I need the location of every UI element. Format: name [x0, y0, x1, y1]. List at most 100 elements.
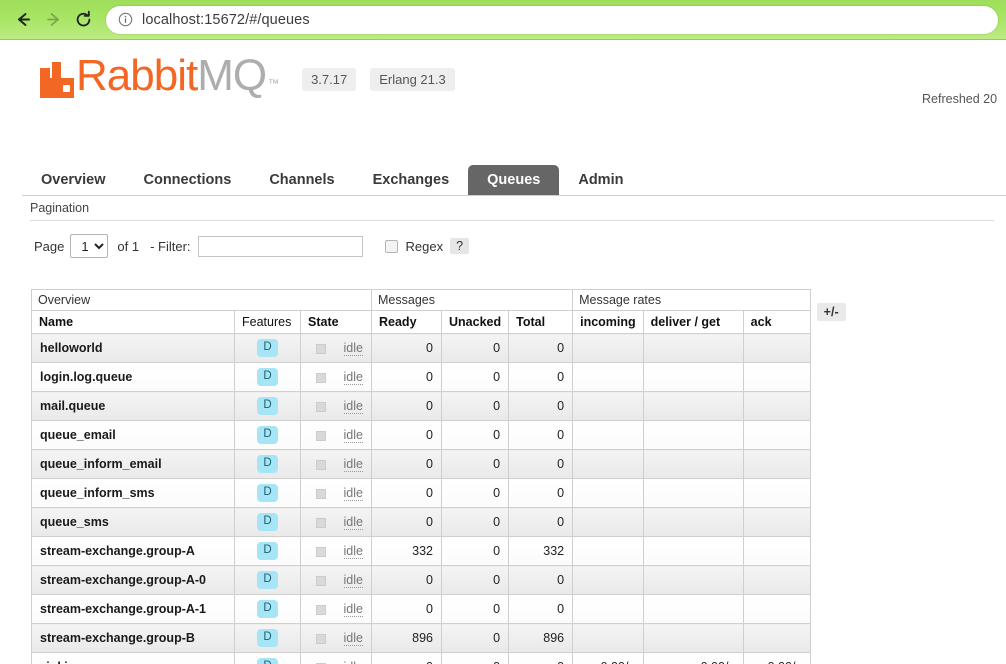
queue-name-cell[interactable]: mail.queue [31, 391, 235, 421]
table-row[interactable]: queue_sms Didle 0 0 0 [31, 507, 846, 537]
table-row[interactable]: queue_email Didle 0 0 0 [31, 420, 846, 450]
info-circle-icon[interactable] [118, 12, 133, 27]
queue-name-cell[interactable]: stream-exchange.group-A-0 [31, 565, 235, 595]
state-label[interactable]: idle [343, 399, 363, 414]
reload-button[interactable] [68, 5, 98, 35]
filter-input[interactable] [197, 235, 363, 257]
durable-badge: D [257, 484, 278, 502]
column-header-unacked[interactable]: Unacked [440, 310, 510, 334]
queue-state-cell: idle [300, 623, 372, 653]
queue-name-cell[interactable]: stream-exchange.group-A [31, 536, 235, 566]
queue-name-cell[interactable]: zipkin [31, 652, 235, 664]
table-row[interactable]: zipkinDidle0000.00/s0.00/s0.00/s [31, 652, 846, 664]
queue-total-cell: 0 [508, 333, 574, 363]
column-header-deliver-get[interactable]: deliver / get [642, 310, 744, 334]
page-number-select[interactable]: 1 [70, 234, 109, 258]
queue-ack-rate-cell [742, 507, 811, 537]
state-indicator-icon [315, 488, 326, 499]
queue-features-cell: D [234, 623, 301, 653]
back-arrow-icon [14, 10, 33, 29]
queue-state-cell: idle [300, 594, 372, 624]
queue-state-cell: idle [300, 449, 372, 479]
queue-name-cell[interactable]: queue_inform_email [31, 449, 235, 479]
queue-total-cell: 0 [508, 449, 574, 479]
table-row[interactable]: queue_inform_email Didle 0 0 0 [31, 449, 846, 479]
queue-ready-cell: 0 [371, 391, 442, 421]
queue-features-cell: D [234, 333, 301, 363]
regex-checkbox[interactable] [384, 239, 398, 253]
state-label[interactable]: idle [343, 631, 363, 646]
address-bar[interactable]: localhost:15672/#/queues [106, 5, 998, 34]
queue-name-cell[interactable]: stream-exchange.group-A-1 [31, 594, 235, 624]
state-label[interactable]: idle [343, 573, 363, 588]
state-label[interactable]: idle [343, 602, 363, 617]
queue-name-cell[interactable]: login.log.queue [31, 362, 235, 392]
column-header-ready[interactable]: Ready [371, 310, 442, 334]
queue-name-cell[interactable]: queue_inform_sms [31, 478, 235, 508]
queue-state-cell: idle [300, 391, 372, 421]
table-row[interactable]: stream-exchange.group-A-0 Didle 0 0 0 [31, 565, 846, 595]
filter-label: - Filter: [150, 238, 191, 254]
tab-channels[interactable]: Channels [250, 165, 353, 197]
queue-ready-cell: 0 [371, 333, 442, 363]
durable-badge: D [257, 368, 278, 386]
queue-features-cell: D [234, 362, 301, 392]
queue-name-cell[interactable]: queue_email [31, 420, 235, 450]
table-row[interactable]: queue_inform_sms Didle 0 0 0 [31, 478, 846, 508]
state-label[interactable]: idle [343, 660, 363, 664]
address-bar-url: localhost:15672/#/queues [142, 11, 310, 28]
rabbitmq-version-badge: 3.7.17 [302, 68, 357, 91]
state-indicator-icon [315, 633, 326, 644]
state-label[interactable]: idle [343, 457, 363, 472]
back-button[interactable] [8, 5, 38, 35]
column-header-ack[interactable]: ack [742, 310, 811, 334]
queue-total-cell: 896 [508, 623, 574, 653]
table-row[interactable]: stream-exchange.group-B Didle 896 0 896 [31, 623, 846, 653]
queue-name-cell[interactable]: helloworld [31, 333, 235, 363]
table-row[interactable]: helloworld Didle 0 0 0 [31, 333, 846, 363]
state-label[interactable]: idle [343, 544, 363, 559]
queue-total-cell: 0 [508, 391, 574, 421]
queue-unacked-cell: 0 [440, 652, 510, 664]
queue-deliver-get-rate-cell [642, 362, 744, 392]
regex-help-icon[interactable]: ? [450, 238, 470, 254]
queue-unacked-cell: 0 [440, 536, 510, 566]
state-label[interactable]: idle [343, 428, 363, 443]
durable-badge: D [257, 397, 278, 415]
table-row[interactable]: mail.queue Didle 0 0 0 [31, 391, 846, 421]
logo-trademark: ™ [268, 78, 279, 90]
queue-ready-cell: 0 [371, 362, 442, 392]
queue-state-cell: idle [300, 333, 372, 363]
rabbitmq-management-page: Rabbit MQ ™ 3.7.17 Erlang 21.3 Refreshed… [0, 40, 1006, 664]
rabbitmq-logo[interactable]: Rabbit MQ ™ [40, 54, 279, 98]
table-row[interactable]: login.log.queue Didle 0 0 0 [31, 362, 846, 392]
tab-queues[interactable]: Queues [468, 164, 560, 196]
queue-ack-rate-cell [742, 565, 811, 595]
column-header-name[interactable]: Name [31, 310, 235, 334]
table-row[interactable]: stream-exchange.group-A Didle 332 0 332 [31, 536, 846, 566]
column-header-total[interactable]: Total [508, 310, 574, 334]
state-label[interactable]: idle [343, 341, 363, 356]
column-header-state[interactable]: State [300, 310, 372, 334]
queue-state-cell: idle [300, 652, 372, 664]
pagination-divider [30, 220, 994, 221]
queue-ready-cell: 0 [371, 478, 442, 508]
column-toggle-button[interactable]: +/- [816, 302, 846, 321]
queue-features-cell: D [234, 536, 301, 566]
queue-name-cell[interactable]: queue_sms [31, 507, 235, 537]
forward-button[interactable] [38, 5, 68, 35]
tab-admin[interactable]: Admin [559, 165, 642, 197]
queue-total-cell: 0 [508, 362, 574, 392]
table-row[interactable]: stream-exchange.group-A-1 Didle 0 0 0 [31, 594, 846, 624]
state-label[interactable]: idle [343, 486, 363, 501]
queue-unacked-cell: 0 [440, 594, 510, 624]
column-header-incoming[interactable]: incoming [572, 310, 644, 334]
tab-overview[interactable]: Overview [22, 165, 125, 197]
queue-total-cell: 332 [508, 536, 574, 566]
state-label[interactable]: idle [343, 515, 363, 530]
state-label[interactable]: idle [343, 370, 363, 385]
queue-ack-rate-cell [742, 391, 811, 421]
tab-exchanges[interactable]: Exchanges [354, 165, 469, 197]
queue-name-cell[interactable]: stream-exchange.group-B [31, 623, 235, 653]
tab-connections[interactable]: Connections [125, 165, 251, 197]
